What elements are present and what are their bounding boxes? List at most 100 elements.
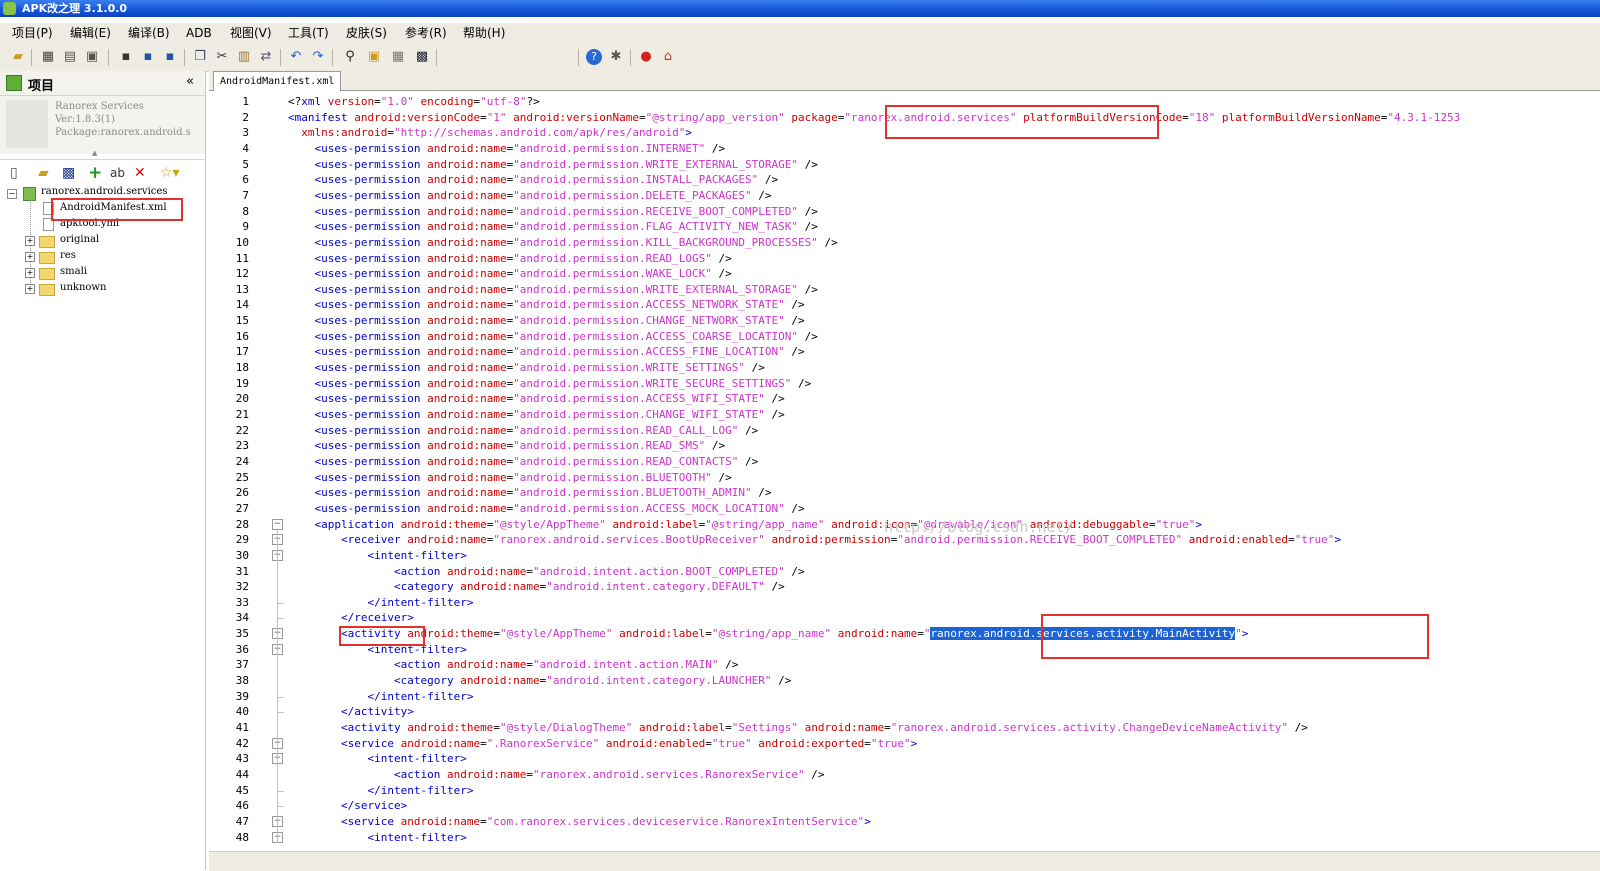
fold-toggle[interactable]: − <box>272 518 283 530</box>
binoculars-icon[interactable]: ⚲ <box>342 49 358 65</box>
replace-icon[interactable]: ⇄ <box>258 49 274 65</box>
code-line[interactable]: <intent-filter> <box>288 830 466 845</box>
rename-icon[interactable]: ab <box>110 165 125 181</box>
code-line[interactable]: <uses-permission android:name="android.p… <box>288 157 818 172</box>
code-line[interactable]: <uses-permission android:name="android.p… <box>288 188 772 203</box>
horizontal-scrollbar[interactable] <box>209 851 1600 871</box>
menu-help[interactable]: 帮助(H) <box>463 23 505 44</box>
code-line[interactable]: <action android:name="android.intent.act… <box>288 564 805 579</box>
code-line[interactable]: <uses-permission android:name="android.p… <box>288 376 812 391</box>
expand-toggle[interactable]: + <box>25 252 35 262</box>
save-as-icon[interactable]: ▪ <box>162 49 178 65</box>
code-line[interactable]: <uses-permission android:name="android.p… <box>288 297 805 312</box>
code-line[interactable]: <uses-permission android:name="android.p… <box>288 470 732 485</box>
tree-root-project[interactable]: ranorex.android.services <box>41 186 167 197</box>
code-line[interactable]: <category android:name="android.intent.c… <box>288 673 791 688</box>
paste-icon[interactable]: ▥ <box>236 49 252 65</box>
code-line[interactable]: </intent-filter> <box>288 689 473 704</box>
code-line[interactable]: <uses-permission android:name="android.p… <box>288 344 805 359</box>
code-line[interactable]: <uses-permission android:name="android.p… <box>288 204 818 219</box>
expand-toggle[interactable]: + <box>25 284 35 294</box>
code-editor[interactable]: 1 2 3 4 5 6 7 8 9 10 11 12 13 14 15 16 17 18 19 20 21 22 23 24 2… <box>209 91 1600 870</box>
document-icon[interactable]: ▤ <box>62 49 78 65</box>
line-number: 10 <box>235 235 249 249</box>
collapse-toggle[interactable]: − <box>7 189 17 199</box>
tree-folder-smali[interactable]: smali <box>60 266 87 277</box>
expand-toggle[interactable]: + <box>25 236 35 246</box>
code-line[interactable]: <action android:name="android.intent.act… <box>288 657 738 672</box>
redo-icon[interactable]: ↷ <box>310 49 326 65</box>
code-line[interactable]: <uses-permission android:name="android.p… <box>288 407 785 422</box>
menu-tools[interactable]: 工具(T) <box>288 23 329 44</box>
code-line[interactable]: <uses-permission android:name="android.p… <box>288 360 765 375</box>
expand-toggle[interactable]: + <box>25 268 35 278</box>
code-line[interactable]: <service android:name=".RanorexService" … <box>288 736 917 751</box>
copy-icon[interactable]: ❐ <box>192 49 208 65</box>
bug-icon[interactable]: ✱ <box>608 49 624 65</box>
star-icon[interactable]: ☆▾ <box>160 165 180 181</box>
refresh-icon[interactable]: ▯ <box>10 165 18 181</box>
menu-reference[interactable]: 参考(R) <box>405 23 447 44</box>
open-folder-icon[interactable]: ▰ <box>10 49 26 65</box>
code-line[interactable]: <uses-permission android:name="android.p… <box>288 141 726 156</box>
code-line[interactable]: <uses-permission android:name="android.p… <box>288 329 818 344</box>
code-line[interactable]: <activity android:theme="@style/DialogTh… <box>288 720 1308 735</box>
code-line[interactable]: <category android:name="android.intent.c… <box>288 579 785 594</box>
cut-icon[interactable]: ✂ <box>214 49 230 65</box>
code-line[interactable]: <uses-permission android:name="android.p… <box>288 172 779 187</box>
weibo-icon[interactable]: ● <box>638 49 654 65</box>
code-line[interactable]: <intent-filter> <box>288 751 466 766</box>
menu-edit[interactable]: 编辑(E) <box>70 23 111 44</box>
monitor-icon[interactable]: ▩ <box>414 49 430 65</box>
grid-icon[interactable]: ▦ <box>40 49 56 65</box>
tree-folder-unknown[interactable]: unknown <box>60 282 106 293</box>
menu-project[interactable]: 项目(P) <box>12 23 53 44</box>
menu-view[interactable]: 视图(V) <box>230 23 272 44</box>
help-icon[interactable]: ? <box>586 49 602 65</box>
code-line[interactable]: <uses-permission android:name="android.p… <box>288 423 759 438</box>
code-line[interactable]: </service> <box>288 798 407 813</box>
code-line[interactable]: <uses-permission android:name="android.p… <box>288 219 818 234</box>
collapse-panel-button[interactable]: « <box>186 74 194 89</box>
code-line[interactable]: <action android:name="ranorex.android.se… <box>288 767 824 782</box>
code-line[interactable]: <manifest android:versionCode="1" androi… <box>288 110 1460 125</box>
code-line[interactable]: </activity> <box>288 704 414 719</box>
code-line[interactable]: <?xml version="1.0" encoding="utf-8"?> <box>288 94 540 109</box>
code-line[interactable]: <uses-permission android:name="android.p… <box>288 235 838 250</box>
menu-adb[interactable]: ADB <box>186 23 212 44</box>
save-icon[interactable]: ▪ <box>118 49 134 65</box>
save-all-icon[interactable]: ▪ <box>140 49 156 65</box>
open-icon[interactable]: ▰ <box>38 165 49 181</box>
tree-folder-original[interactable]: original <box>60 234 99 245</box>
code-line[interactable]: </receiver> <box>288 610 414 625</box>
code-line[interactable]: xmlns:android="http://schemas.android.co… <box>288 125 692 140</box>
code-line[interactable]: <intent-filter> <box>288 548 466 563</box>
code-line[interactable]: </intent-filter> <box>288 595 473 610</box>
add-icon[interactable]: + <box>88 165 102 182</box>
code-line[interactable]: <service android:name="com.ranorex.servi… <box>288 814 871 829</box>
delete-icon[interactable]: ✕ <box>134 165 146 181</box>
code-line[interactable]: <uses-permission android:name="android.p… <box>288 313 805 328</box>
menu-build[interactable]: 编译(B) <box>128 23 170 44</box>
home-icon[interactable]: ⌂ <box>660 49 676 65</box>
code-line[interactable]: <uses-permission android:name="android.p… <box>288 501 805 516</box>
tree-folder-res[interactable]: res <box>60 250 76 261</box>
undo-icon[interactable]: ↶ <box>288 49 304 65</box>
code-line[interactable]: <uses-permission android:name="android.p… <box>288 485 772 500</box>
code-token: android:name <box>420 267 507 281</box>
code-line[interactable]: <uses-permission android:name="android.p… <box>288 251 732 266</box>
code-line[interactable]: <uses-permission android:name="android.p… <box>288 391 785 406</box>
code-line[interactable]: </intent-filter> <box>288 783 473 798</box>
menu-skin[interactable]: 皮肤(S) <box>346 23 387 44</box>
code-line[interactable]: <uses-permission android:name="android.p… <box>288 266 732 281</box>
windows-icon[interactable]: ▣ <box>84 49 100 65</box>
toolbox-icon[interactable]: ▦ <box>390 49 406 65</box>
code-line[interactable]: <receiver android:name = "ranorex.android.… <box>288 532 1341 547</box>
splitter-handle[interactable]: ▲ <box>92 149 97 157</box>
explorer-icon[interactable]: ▩ <box>62 165 75 181</box>
code-line[interactable]: <uses-permission android:name="android.p… <box>288 282 818 297</box>
find-in-files-icon[interactable]: ▣ <box>366 49 382 65</box>
code-line[interactable]: <uses-permission android:name="android.p… <box>288 438 726 453</box>
code-line[interactable]: <uses-permission android:name="android.p… <box>288 454 759 469</box>
tab-androidmanifest[interactable]: AndroidManifest.xml <box>213 71 342 91</box>
